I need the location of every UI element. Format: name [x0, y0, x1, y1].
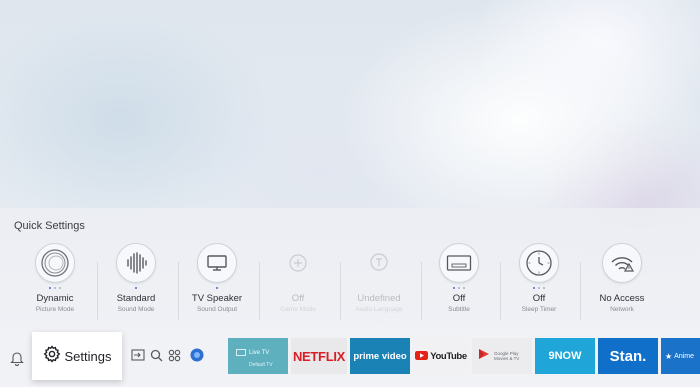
quick-setting-label: Sound Mode [117, 306, 155, 313]
app-tile-label: Anime [674, 352, 695, 360]
search-icon[interactable] [149, 348, 163, 362]
subtitle-icon [439, 243, 479, 283]
option-dots [216, 287, 218, 290]
prime-video-logo: prime video [353, 350, 407, 362]
apps-icon[interactable] [167, 348, 181, 362]
quick-setting-label: Audio Language [355, 306, 403, 313]
app-tile-youtube[interactable]: YouTube [413, 338, 469, 374]
9now-logo: 9NOW [548, 350, 582, 362]
network-warning-icon [602, 243, 642, 283]
app-tile-prime-video[interactable]: prime video [350, 338, 410, 374]
youtube-play-icon [415, 347, 429, 365]
quick-setting-subtitle[interactable]: Off Subtitle [417, 243, 501, 323]
quick-setting-label: Subtitle [448, 306, 470, 313]
quick-setting-value: Undefined [357, 293, 401, 304]
app-tile-live-tv[interactable]: Live TV Default TV [228, 338, 288, 374]
quick-setting-value: Off [291, 293, 305, 304]
quick-setting-picture-mode[interactable]: Dynamic Picture Mode [13, 243, 97, 323]
quick-setting-value: Off [532, 293, 546, 304]
app-tile-stan[interactable]: Stan. [598, 338, 658, 374]
settings-label: Settings [64, 348, 112, 364]
option-dots [49, 287, 61, 290]
option-dots [453, 287, 465, 290]
sound-wave-icon [116, 243, 156, 283]
bixby-icon[interactable] [190, 348, 204, 362]
game-icon [278, 243, 318, 283]
bell-icon[interactable] [10, 350, 24, 366]
app-tile-google-play-movies[interactable]: Google Play Movies & TV [472, 338, 532, 374]
quick-setting-network[interactable]: No Access Network [580, 243, 664, 323]
picture-mode-icon [35, 243, 75, 283]
app-tile-anime[interactable]: ★ Anime [661, 338, 700, 374]
quick-setting-label: Sleep Timer [521, 306, 557, 313]
source-icon[interactable] [131, 348, 145, 362]
quick-setting-value: TV Speaker [191, 293, 243, 304]
quick-setting-label: Game Mode [280, 306, 316, 313]
tv-icon [197, 243, 237, 283]
quick-setting-label: Network [610, 306, 634, 313]
app-tile-label: Google Play Movies & TV [494, 350, 520, 361]
quick-settings-title: Quick Settings [14, 220, 85, 232]
app-tile-label: Live TV [249, 350, 270, 356]
quick-setting-audio-language: Undefined Audio Language [337, 243, 421, 323]
option-dots [533, 287, 545, 290]
quick-setting-label: Sound Output [196, 306, 238, 313]
settings-button[interactable]: Settings [32, 332, 122, 380]
quick-setting-sound-mode[interactable]: Standard Sound Mode [94, 243, 178, 323]
gear-icon [43, 344, 61, 368]
quick-setting-value: Off [452, 293, 466, 304]
audio-language-icon [359, 243, 399, 283]
option-dots [135, 287, 137, 290]
quick-setting-value: No Access [599, 293, 645, 304]
netflix-logo: NETFLIX [292, 348, 346, 364]
tv-icon [236, 344, 246, 362]
stan-logo: Stan. [609, 347, 647, 365]
quick-setting-value: Standard [116, 293, 156, 304]
star-icon: ★ [665, 351, 673, 361]
sleep-timer-icon [519, 243, 559, 283]
youtube-logo: YouTube [430, 350, 467, 362]
app-tile-netflix[interactable]: NETFLIX [291, 338, 347, 374]
quick-setting-label: Picture Mode [35, 306, 75, 313]
quick-setting-value: Dynamic [36, 293, 74, 304]
quick-setting-sound-output[interactable]: TV Speaker Sound Output [175, 243, 259, 323]
app-tile-sub: Default TV [249, 362, 273, 368]
play-movies-icon [478, 347, 490, 365]
app-tile-9now[interactable]: 9NOW [535, 338, 595, 374]
quick-setting-sleep-timer[interactable]: Off Sleep Timer [497, 243, 581, 323]
quick-setting-game-mode: Off Game Mode [256, 243, 340, 323]
